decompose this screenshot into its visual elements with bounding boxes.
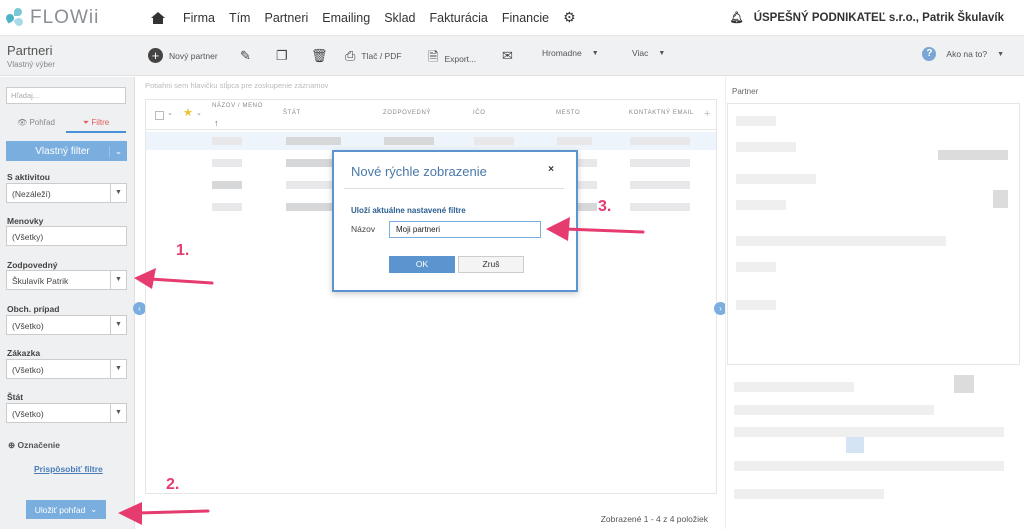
annotation-arrows — [118, 217, 645, 525]
